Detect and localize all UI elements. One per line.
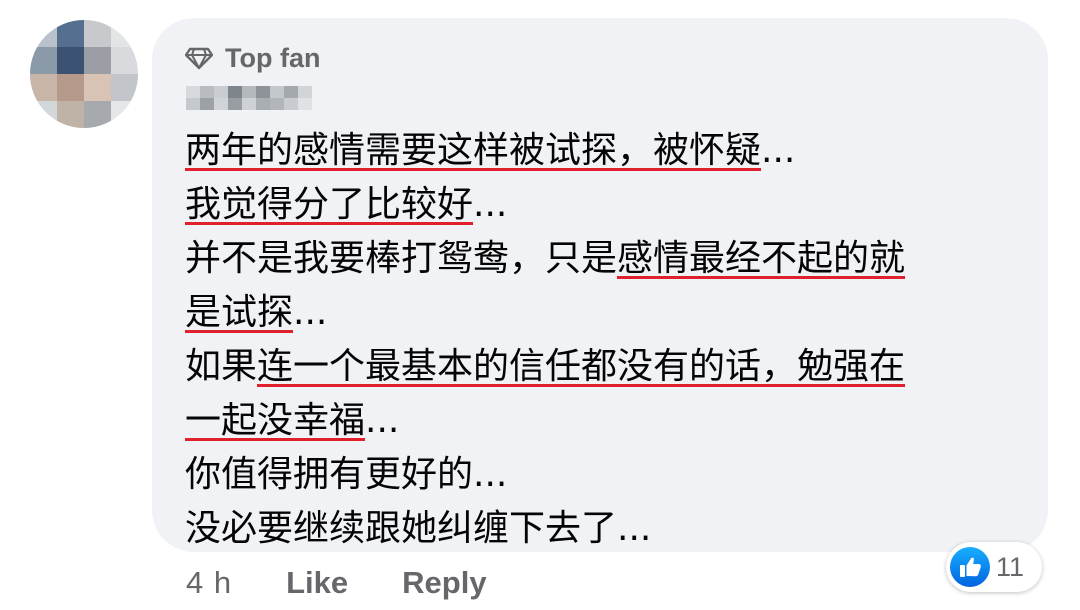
comment-line: 我觉得分了比较好... xyxy=(185,184,508,225)
underlined-text: 两年的感情需要这样被试探，被怀疑 xyxy=(185,130,762,171)
reaction-count: 11 xyxy=(996,551,1025,582)
diamond-icon xyxy=(184,46,214,70)
underlined-text: 我觉得分了比较好 xyxy=(185,184,474,225)
like-button[interactable]: Like xyxy=(286,565,348,601)
comment-actions: 4 h Like Reply xyxy=(186,560,487,606)
comment-line: 如果连一个最基本的信任都没有的话，勉强在 xyxy=(185,346,906,387)
comment-line: 你值得拥有更好的... xyxy=(185,454,508,495)
underlined-text: 感情最经不起的就 xyxy=(617,238,906,279)
comment-line: 并不是我要棒打鸳鸯，只是感情最经不起的就 xyxy=(185,238,906,279)
underlined-text: 一起没幸福 xyxy=(185,400,366,441)
comment-line: 没必要继续跟她纠缠下去了... xyxy=(185,508,652,549)
author-name[interactable] xyxy=(186,82,326,114)
badge-label: Top fan xyxy=(225,42,321,73)
top-fan-badge: Top fan xyxy=(184,40,321,76)
comment-line: 两年的感情需要这样被试探，被怀疑... xyxy=(185,130,796,171)
comment-line: 是试探... xyxy=(185,292,328,333)
avatar[interactable] xyxy=(30,20,138,128)
comment-text: 两年的感情需要这样被试探，被怀疑... 我觉得分了比较好... 并不是我要棒打鸳… xyxy=(185,124,1005,556)
comment-line: 一起没幸福... xyxy=(185,400,400,441)
underlined-text: 是试探 xyxy=(185,292,294,333)
reply-button[interactable]: Reply xyxy=(402,565,486,601)
underlined-text: 连一个最基本的信任都没有的话，勉强在 xyxy=(257,346,906,387)
reactions-summary[interactable]: 11 xyxy=(946,542,1042,592)
timestamp[interactable]: 4 h xyxy=(186,565,232,601)
thumbs-up-icon xyxy=(950,547,990,587)
